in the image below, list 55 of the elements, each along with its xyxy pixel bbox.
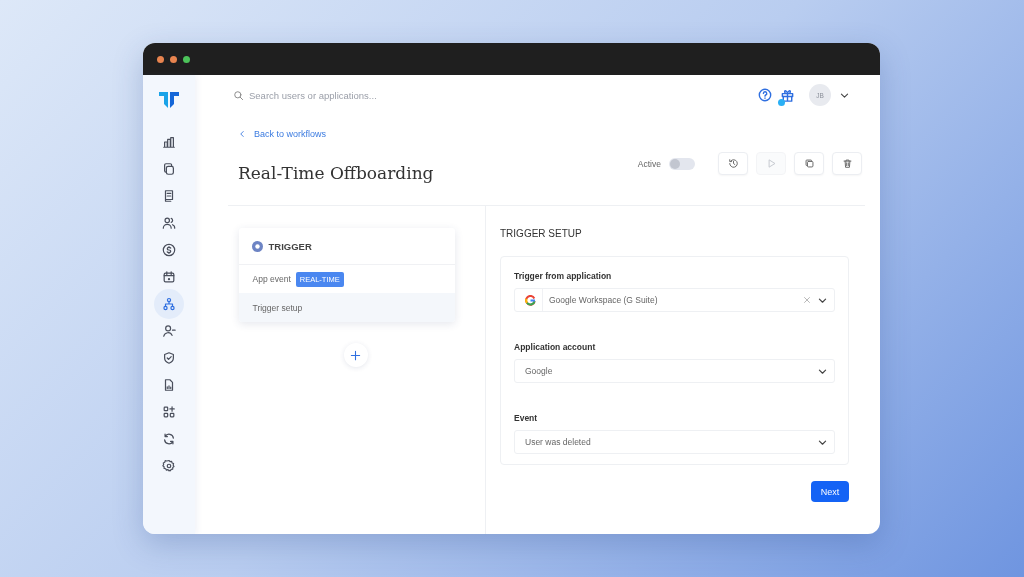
minimize-dot[interactable] <box>170 55 177 63</box>
copy-icon <box>803 158 815 169</box>
select-value: Google <box>525 366 554 376</box>
calendar-icon <box>162 270 176 284</box>
active-toggle[interactable] <box>669 157 695 170</box>
dollar-icon <box>162 243 176 257</box>
select-field[interactable]: User was deleted <box>514 430 835 454</box>
select-value: User was deleted <box>525 437 592 447</box>
history-button[interactable] <box>718 152 748 175</box>
chart-icon <box>162 135 176 149</box>
shield-icon <box>162 351 176 365</box>
users-icon <box>162 216 176 230</box>
page-title: Real-Time Offboarding <box>238 163 434 185</box>
trash-button[interactable] <box>832 152 862 175</box>
search-field[interactable]: Search users or applications... <box>249 89 429 101</box>
gift-icon <box>780 87 795 103</box>
toggle-label: Active <box>637 158 661 169</box>
back-link[interactable]: Back to workflows <box>254 129 327 139</box>
google-icon <box>525 294 536 306</box>
select-field[interactable]: Google Workspace (G Suite) <box>514 288 835 312</box>
settings-icon <box>162 459 176 473</box>
document-icon <box>162 189 176 203</box>
trash-icon <box>841 158 853 169</box>
sync-icon <box>162 432 176 446</box>
copy-icon <box>162 162 176 176</box>
plus-icon <box>350 349 361 361</box>
workflow-icon <box>162 297 176 311</box>
close-dot[interactable] <box>157 55 164 63</box>
field-label: Application account <box>514 342 597 353</box>
chevron-left-icon <box>238 130 246 138</box>
search-icon <box>233 89 244 101</box>
history-icon <box>727 158 739 169</box>
select-value: Google Workspace (G Suite) <box>549 295 659 305</box>
trigger-icon <box>251 240 263 252</box>
apps-icon <box>162 405 176 419</box>
section-title: TRIGGER SETUP <box>500 228 583 241</box>
step-label: Trigger setup <box>252 302 303 313</box>
step-label: App event <box>252 274 291 284</box>
field-label: Trigger from application <box>514 271 613 282</box>
next-button[interactable]: Next <box>811 481 849 502</box>
clear-icon <box>803 296 811 304</box>
select-field[interactable]: Google <box>514 359 835 383</box>
sidebar-item[interactable] <box>154 289 184 319</box>
field-label: Event <box>514 413 539 424</box>
add-step-button[interactable] <box>343 343 368 367</box>
notification-dot <box>778 98 785 106</box>
help-button[interactable] <box>758 88 772 102</box>
logo-icon <box>159 92 179 108</box>
report-icon <box>162 378 176 392</box>
user-minus-icon <box>162 324 176 338</box>
gift-button[interactable] <box>780 87 795 103</box>
maximize-dot[interactable] <box>183 55 190 63</box>
card-title: TRIGGER <box>268 240 312 252</box>
help-icon <box>758 88 772 102</box>
trigger-step[interactable]: Trigger setup <box>238 293 455 322</box>
